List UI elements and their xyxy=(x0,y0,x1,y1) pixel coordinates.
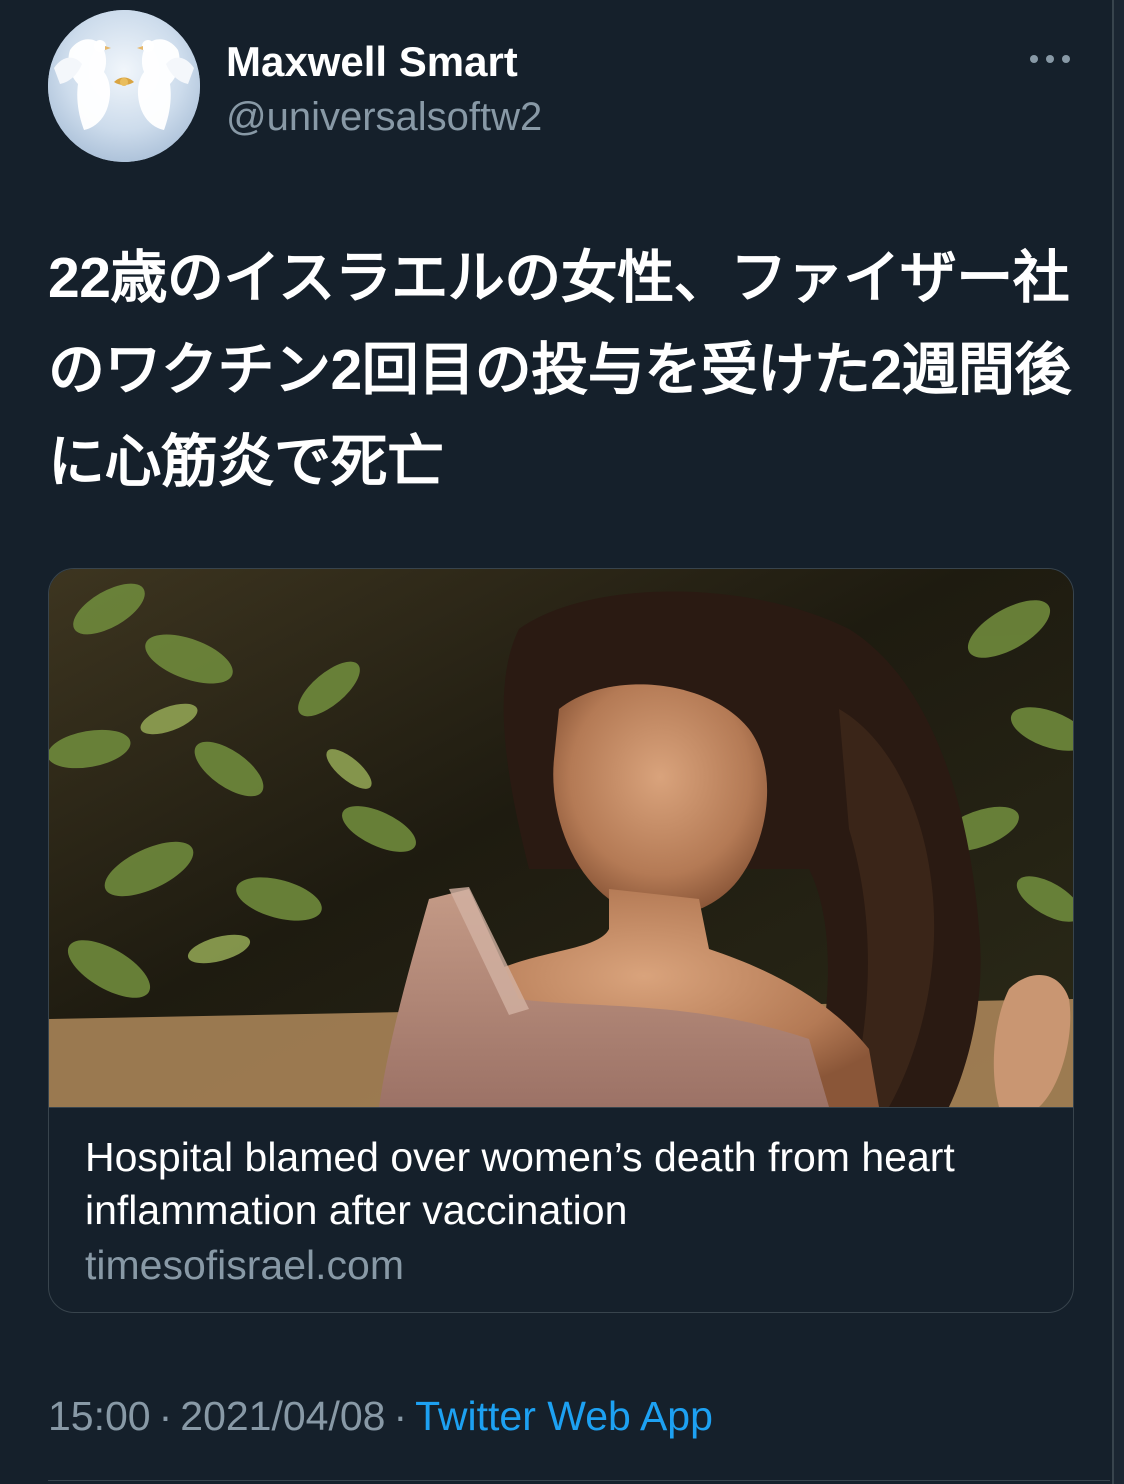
author-handle[interactable]: @universalsoftw2 xyxy=(226,92,542,142)
scrollbar-divider xyxy=(1112,0,1114,1484)
tweet-source-link[interactable]: Twitter Web App xyxy=(415,1393,713,1439)
article-photo xyxy=(49,569,1073,1107)
meta-separator: · xyxy=(393,1393,408,1439)
tweet-text: 22歳のイスラエルの女性、ファイザー社のワクチン2回目の投与を受けた2週間後に心… xyxy=(48,246,1071,494)
tweet-date[interactable]: 2021/04/08 xyxy=(180,1393,385,1439)
card-divider xyxy=(49,1107,1073,1108)
meta-separator: · xyxy=(158,1393,173,1439)
more-options-button[interactable] xyxy=(1024,44,1076,74)
tweet-time[interactable]: 15:00 xyxy=(48,1393,151,1439)
card-domain: timesofisrael.com xyxy=(85,1242,404,1288)
author-name[interactable]: Maxwell Smart xyxy=(226,36,518,88)
link-card[interactable]: Hospital blamed over women’s death from … xyxy=(48,568,1074,1313)
card-title[interactable]: Hospital blamed over women’s death from … xyxy=(85,1131,1045,1237)
bottom-divider xyxy=(48,1480,1110,1481)
tweet-detail-page: Maxwell Smart @universalsoftw2 22歳のイスラエル… xyxy=(0,0,1124,1484)
author-avatar[interactable] xyxy=(48,10,200,162)
more-options-icon xyxy=(1030,55,1070,63)
avatar-doves-icon xyxy=(48,10,200,162)
tweet-meta: 15:00 · 2021/04/08 · Twitter Web App xyxy=(48,1390,713,1442)
